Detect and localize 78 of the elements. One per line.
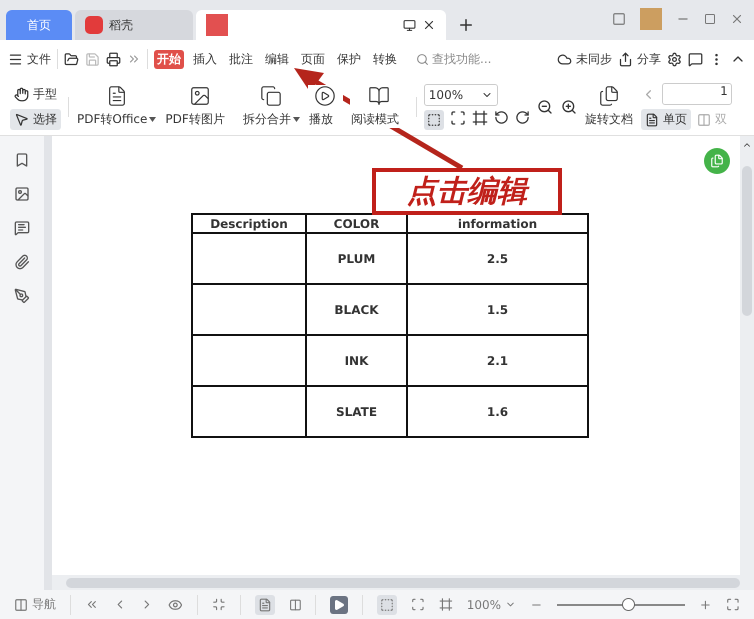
sync-button[interactable]: 未同步: [557, 50, 612, 68]
actual-size-icon[interactable]: [424, 110, 444, 130]
file-menu[interactable]: 文件: [8, 50, 51, 68]
zoom-select[interactable]: 100%: [466, 598, 516, 612]
zoom-select[interactable]: 100%: [424, 84, 498, 106]
fit-page-icon[interactable]: [450, 110, 466, 126]
panel-icon: [14, 598, 28, 612]
search-icon: [416, 52, 429, 66]
table-cell: 1.6: [407, 386, 588, 437]
table-cell: 2.1: [407, 335, 588, 386]
bookmark-icon[interactable]: [14, 152, 30, 168]
fullscreen-icon[interactable]: [726, 597, 740, 612]
zoom-out-icon[interactable]: [536, 98, 553, 114]
pages-icon: [710, 154, 724, 168]
avatar: [640, 8, 662, 30]
hand-icon: [14, 86, 29, 102]
table-cell: PLUM: [306, 233, 407, 284]
image-icon: [188, 85, 211, 107]
menu-tab[interactable]: 页面: [298, 50, 328, 68]
monitor-icon: [403, 18, 416, 32]
sign-icon[interactable]: [14, 288, 30, 304]
document-icon: [206, 14, 228, 36]
cloud-icon: [557, 52, 572, 66]
menu-tab[interactable]: 编辑: [262, 50, 292, 68]
scroll-thumb[interactable]: [742, 166, 752, 316]
play-icon: [333, 598, 346, 610]
comment-icon[interactable]: [14, 220, 30, 236]
share-button[interactable]: 分享: [618, 50, 661, 68]
pointer-icon: [14, 112, 29, 126]
column-header: Description: [192, 214, 306, 233]
ribbon-button[interactable]: PDF转Office: [76, 85, 158, 128]
new-tab-icon[interactable]: [457, 16, 475, 34]
read-icon: [368, 85, 390, 107]
table-cell: 1.5: [407, 284, 588, 335]
browser-tab[interactable]: [196, 10, 446, 40]
menu-tab[interactable]: 保护: [334, 50, 364, 68]
ribbon-button[interactable]: 播放: [308, 85, 343, 128]
settings-icon[interactable]: [667, 52, 682, 66]
play-button[interactable]: [330, 596, 348, 614]
single-page-button[interactable]: 单页: [640, 109, 691, 130]
share-icon: [618, 52, 633, 66]
rotate-left-icon[interactable]: [494, 110, 509, 124]
table-cell: BLACK: [306, 284, 407, 335]
menu-icon: [8, 52, 23, 66]
browser-tab[interactable]: 稻壳: [75, 10, 193, 40]
message-icon[interactable]: [688, 52, 703, 66]
double-page-icon[interactable]: [288, 598, 302, 612]
table-cell: SLATE: [306, 386, 407, 437]
hand-tool[interactable]: 手型: [10, 84, 61, 104]
two-pages-icon: [696, 112, 711, 126]
rotate-right-icon[interactable]: [514, 110, 530, 124]
pages-icon: [598, 85, 620, 107]
convert-button[interactable]: [704, 148, 730, 174]
ribbon-button[interactable]: 旋转文档: [584, 85, 634, 128]
maximize-icon[interactable]: [704, 13, 716, 25]
table-cell: INK: [306, 335, 407, 386]
open-icon[interactable]: [64, 52, 79, 66]
navigation-button[interactable]: 导航: [14, 596, 56, 613]
select-tool[interactable]: 选择: [10, 108, 61, 130]
zoom-in-icon[interactable]: [560, 98, 577, 114]
page-field[interactable]: 1: [662, 83, 732, 105]
app-logo-icon: [85, 16, 103, 34]
table-cell: 2.5: [407, 233, 588, 284]
image-icon[interactable]: [14, 186, 30, 202]
single-page-icon[interactable]: [254, 594, 275, 614]
menu-tab[interactable]: 转换: [370, 50, 400, 68]
menu-tab[interactable]: 批注: [226, 50, 256, 68]
play-icon: [314, 85, 336, 107]
ribbon-button[interactable]: 拆分合并: [242, 85, 301, 128]
menu-tab[interactable]: 开始: [154, 50, 184, 68]
attachment-icon[interactable]: [14, 254, 30, 270]
menu-tab[interactable]: 插入: [190, 50, 220, 68]
callout-text: 点击编辑: [407, 174, 527, 208]
search-field[interactable]: 查找功能...: [416, 50, 492, 68]
scroll-thumb[interactable]: [66, 578, 740, 588]
close-icon[interactable]: [422, 18, 436, 32]
print-icon[interactable]: [106, 52, 121, 66]
split-icon: [260, 85, 282, 107]
